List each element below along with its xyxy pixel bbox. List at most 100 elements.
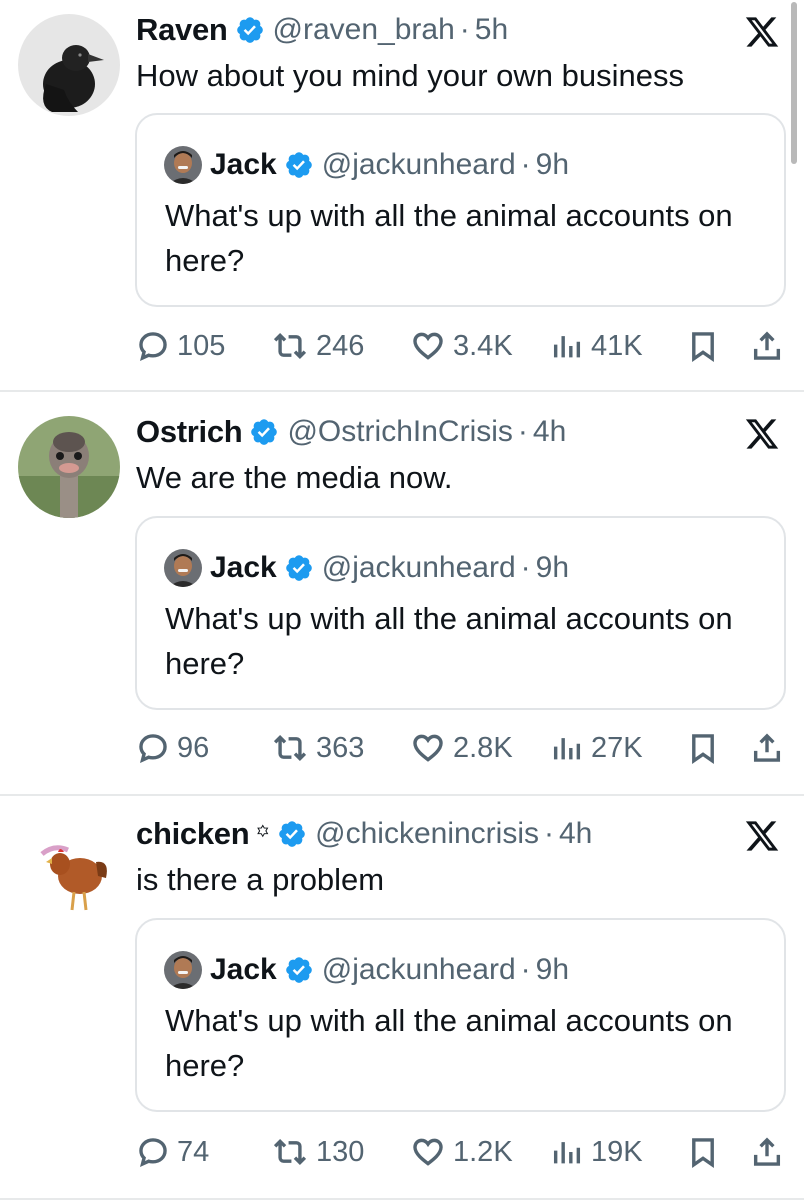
separator-dot: · bbox=[520, 551, 531, 584]
retweet-button[interactable]: 246 bbox=[271, 324, 364, 368]
ostrich-avatar[interactable] bbox=[18, 416, 120, 518]
quoted-tweet-time: 9h bbox=[535, 148, 570, 181]
quoted-tweet-text: What's up with all the animal accounts o… bbox=[165, 1003, 733, 1083]
quoted-tweet[interactable]: Jack @jackunheard · 9h What's up with al… bbox=[135, 113, 786, 307]
reply-count: 74 bbox=[177, 1135, 210, 1168]
separator-dot: · bbox=[543, 817, 554, 850]
bookmark-icon bbox=[692, 734, 714, 764]
share-icon bbox=[753, 733, 781, 762]
share-button[interactable] bbox=[750, 324, 784, 368]
action-bar: 96 363 2.8K 27K bbox=[136, 726, 786, 770]
tweet[interactable]: chicken ꙳ @chickenincrisis · 4h is there… bbox=[0, 796, 804, 1200]
heart-icon bbox=[413, 1138, 443, 1166]
share-icon bbox=[753, 1137, 781, 1166]
bookmark-button[interactable] bbox=[686, 324, 720, 368]
views-button[interactable]: 27K bbox=[550, 726, 643, 770]
view-count: 27K bbox=[591, 731, 643, 764]
tweet-time[interactable]: 4h bbox=[559, 817, 592, 851]
quoted-author-handle: @jackunheard bbox=[321, 953, 516, 986]
reply-count: 105 bbox=[177, 329, 226, 362]
like-button[interactable]: 1.2K bbox=[410, 1130, 513, 1174]
quoted-author-handle: @jackunheard bbox=[321, 551, 516, 584]
retweet-count: 246 bbox=[316, 329, 365, 362]
tweet-time[interactable]: 4h bbox=[533, 415, 566, 449]
retweet-button[interactable]: 363 bbox=[271, 726, 364, 770]
author-name[interactable]: Ostrich bbox=[136, 414, 243, 450]
retweet-count: 363 bbox=[316, 731, 365, 764]
like-button[interactable]: 3.4K bbox=[410, 324, 513, 368]
share-button[interactable] bbox=[750, 1130, 784, 1174]
tweet[interactable]: Ostrich @OstrichInCrisis · 4h We are the… bbox=[0, 392, 804, 796]
bookmark-button[interactable] bbox=[686, 1130, 720, 1174]
quoted-tweet-time: 9h bbox=[535, 551, 570, 584]
verified-badge-icon bbox=[285, 555, 312, 581]
chicken-avatar[interactable] bbox=[18, 820, 120, 922]
name-emoji: ꙳ bbox=[255, 820, 271, 851]
separator-dot: · bbox=[520, 148, 531, 181]
tweet-text: We are the media now. bbox=[136, 460, 453, 495]
verified-badge-icon bbox=[285, 152, 312, 178]
jack-avatar bbox=[164, 951, 202, 989]
verified-badge-icon bbox=[251, 419, 278, 445]
quoted-tweet-text: What's up with all the animal accounts o… bbox=[165, 601, 733, 681]
raven-avatar[interactable] bbox=[18, 14, 120, 116]
tweet-text: How about you mind your own business bbox=[136, 58, 684, 93]
quoted-author-name: Jack bbox=[210, 148, 277, 181]
quoted-tweet-header: Jack @jackunheard · 9h bbox=[164, 950, 569, 990]
retweet-icon bbox=[273, 1138, 307, 1166]
quoted-author-name: Jack bbox=[210, 953, 277, 986]
quoted-tweet-text: What's up with all the animal accounts o… bbox=[165, 198, 733, 278]
author-name[interactable]: chicken bbox=[136, 816, 250, 852]
tweet-text: is there a problem bbox=[136, 862, 385, 897]
action-bar: 74 130 1.2K 19K bbox=[136, 1130, 786, 1174]
views-button[interactable]: 41K bbox=[550, 324, 643, 368]
quoted-tweet[interactable]: Jack @jackunheard · 9h What's up with al… bbox=[135, 918, 786, 1112]
separator-dot: · bbox=[520, 953, 531, 986]
share-icon bbox=[753, 331, 781, 360]
like-count: 1.2K bbox=[453, 1135, 513, 1168]
reply-button[interactable]: 74 bbox=[136, 1130, 209, 1174]
heart-icon bbox=[413, 734, 443, 762]
verified-badge-icon bbox=[236, 17, 263, 43]
quoted-author-name: Jack bbox=[210, 551, 277, 584]
quoted-tweet-time: 9h bbox=[535, 953, 570, 986]
view-count: 41K bbox=[591, 329, 643, 362]
separator-dot: · bbox=[459, 13, 470, 46]
views-button[interactable]: 19K bbox=[550, 1130, 643, 1174]
retweet-button[interactable]: 130 bbox=[271, 1130, 364, 1174]
share-button[interactable] bbox=[750, 726, 784, 770]
separator-dot: · bbox=[517, 415, 528, 448]
x-logo-icon bbox=[745, 17, 779, 47]
reply-button[interactable]: 96 bbox=[136, 726, 209, 770]
reply-icon bbox=[139, 1138, 167, 1168]
reply-count: 96 bbox=[177, 731, 210, 764]
quoted-tweet[interactable]: Jack @jackunheard · 9h What's up with al… bbox=[135, 516, 786, 710]
author-handle[interactable]: @OstrichInCrisis bbox=[287, 415, 512, 449]
views-icon bbox=[553, 336, 581, 358]
tweet-header: chicken ꙳ @chickenincrisis · 4h bbox=[136, 814, 592, 854]
verified-badge-icon bbox=[279, 821, 305, 847]
views-icon bbox=[553, 1142, 581, 1164]
retweet-icon bbox=[273, 734, 307, 762]
tweet-header: Raven @raven_brah · 5h bbox=[136, 10, 508, 50]
author-handle[interactable]: @raven_brah bbox=[273, 13, 455, 47]
jack-avatar bbox=[164, 549, 202, 587]
quoted-tweet-header: Jack @jackunheard · 9h bbox=[164, 548, 569, 588]
action-bar: 105 246 3.4K 41K bbox=[136, 324, 786, 368]
author-name[interactable]: Raven bbox=[136, 12, 228, 48]
reply-button[interactable]: 105 bbox=[136, 324, 225, 368]
x-logo-icon bbox=[745, 821, 779, 851]
reply-icon bbox=[139, 734, 167, 764]
quoted-tweet-header: Jack @jackunheard · 9h bbox=[164, 145, 569, 185]
like-button[interactable]: 2.8K bbox=[410, 726, 513, 770]
bookmark-button[interactable] bbox=[686, 726, 720, 770]
tweet-time[interactable]: 5h bbox=[475, 13, 508, 47]
author-handle[interactable]: @chickenincrisis bbox=[315, 817, 539, 851]
jack-avatar bbox=[164, 146, 202, 184]
verified-badge-icon bbox=[285, 957, 312, 983]
view-count: 19K bbox=[591, 1135, 643, 1168]
tweet-header: Ostrich @OstrichInCrisis · 4h bbox=[136, 412, 566, 452]
tweet[interactable]: Raven @raven_brah · 5h How about you min… bbox=[0, 0, 804, 392]
views-icon bbox=[553, 738, 581, 760]
retweet-icon bbox=[273, 332, 307, 360]
